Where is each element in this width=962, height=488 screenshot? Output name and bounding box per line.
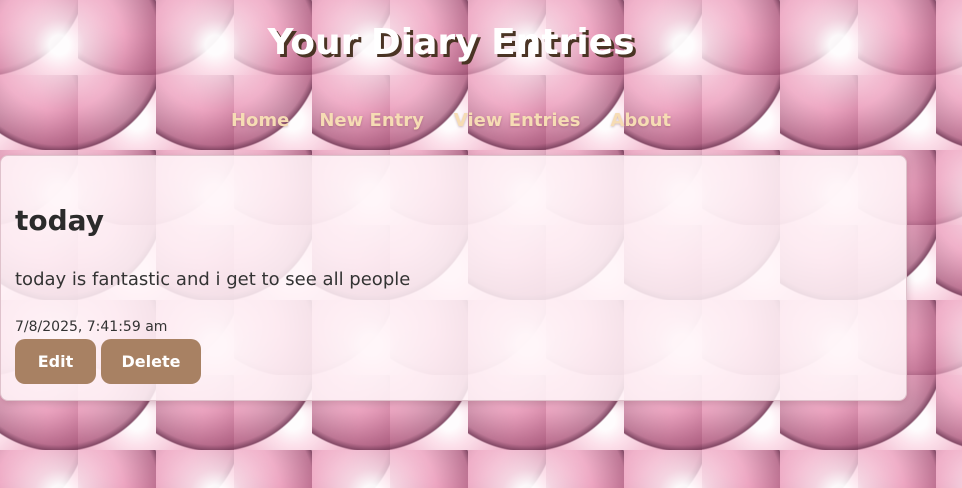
delete-button[interactable]: Delete [101,339,201,384]
diary-entry-card: today today is fantastic and i get to se… [0,155,907,401]
entry-body: today is fantastic and i get to see all … [15,269,411,290]
nav-link-new-entry[interactable]: New Entry [319,110,424,131]
edit-button[interactable]: Edit [15,339,96,384]
nav-link-about[interactable]: About [610,110,671,131]
nav-link-view-entries[interactable]: View Entries [454,110,581,131]
entry-timestamp: 7/8/2025, 7:41:59 am [15,319,168,335]
page-title: Your Diary Entries [267,22,635,63]
main-nav: Home New Entry View Entries About [0,110,902,131]
nav-link-home[interactable]: Home [231,110,289,131]
entry-title: today [15,204,104,237]
